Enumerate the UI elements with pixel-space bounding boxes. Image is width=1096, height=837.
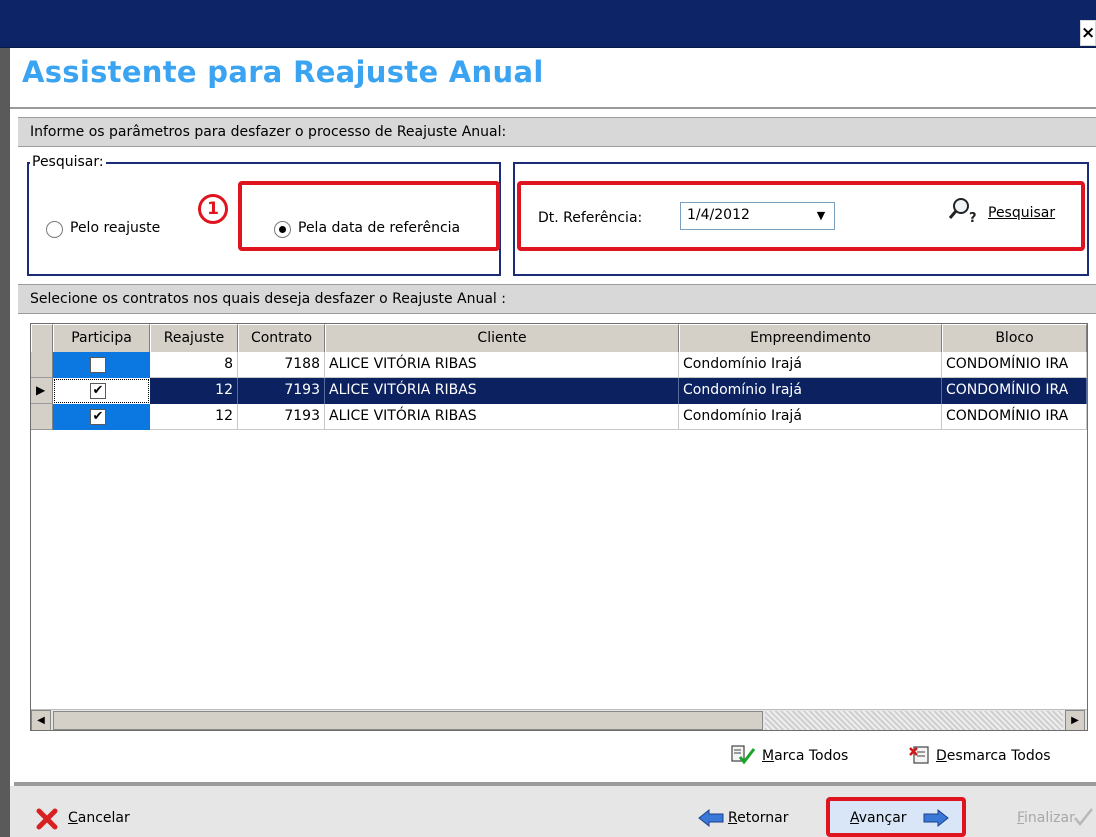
row-indicator[interactable]: [31, 352, 53, 378]
mark-all-rest: arca Todos: [774, 748, 849, 764]
grid-header: Participa Reajuste Contrato Cliente Empr…: [31, 324, 1087, 352]
chevron-down-icon[interactable]: ▼: [809, 204, 833, 228]
date-label: Dt. Referência:: [538, 210, 643, 226]
cell-bloco: CONDOMÍNIO IRA: [942, 404, 1087, 430]
cell-contrato: 7193: [238, 404, 325, 430]
next-rest: vançar: [858, 810, 907, 826]
mark-all-icon[interactable]: [730, 744, 756, 766]
wizard-title: Assistente para Reajuste Anual: [22, 55, 544, 89]
params-section-header: Informe os parâmetros para desfazer o pr…: [18, 117, 1096, 147]
arrow-right-icon[interactable]: [922, 808, 950, 828]
magnifier-icon[interactable]: ?: [948, 196, 982, 226]
contracts-grid[interactable]: Participa Reajuste Contrato Cliente Empr…: [30, 323, 1088, 731]
cell-cliente: ALICE VITÓRIA RIBAS: [325, 404, 679, 430]
mark-all-button[interactable]: Marca Todos: [762, 748, 848, 764]
cell-empreendimento: Condomínio Irajá: [679, 404, 942, 430]
finish-button[interactable]: Finalizar: [1017, 810, 1075, 826]
column-header-reajuste[interactable]: Reajuste: [150, 324, 238, 352]
window-left-frame: [0, 48, 10, 837]
cell-empreendimento: Condomínio Irajá: [679, 378, 942, 404]
row-indicator[interactable]: [31, 404, 53, 430]
search-button[interactable]: Pesquisar: [988, 205, 1055, 221]
unmark-all-button[interactable]: Desmarca Todos: [936, 748, 1051, 764]
column-header-cliente[interactable]: Cliente: [325, 324, 679, 352]
cell-bloco: CONDOMÍNIO IRA: [942, 378, 1087, 404]
table-row[interactable]: ▶ ✔ 12 7193 ALICE VITÓRIA RIBAS Condomínio Ir…: [31, 378, 1087, 404]
horizontal-scrollbar[interactable]: ◀ ▶: [31, 709, 1087, 730]
back-rest: etornar: [737, 810, 789, 826]
window-title-bar: [0, 0, 1096, 48]
cell-reajuste: 12: [150, 378, 238, 404]
column-header-contrato[interactable]: Contrato: [238, 324, 325, 352]
row-pointer-icon: ▶: [36, 383, 46, 397]
back-button[interactable]: Retornar: [728, 810, 789, 826]
highlight-box-option: [238, 181, 500, 251]
row-indicator[interactable]: ▶: [31, 378, 53, 404]
radio-pelo-reajuste[interactable]: [46, 221, 63, 238]
scroll-right-icon[interactable]: ▶: [1065, 710, 1085, 730]
cell-reajuste: 8: [150, 352, 238, 378]
cancel-rest: ancelar: [77, 810, 130, 826]
cell-participa[interactable]: [53, 352, 150, 378]
unmark-all-icon[interactable]: [908, 744, 932, 766]
cancel-button[interactable]: Cancelar: [68, 810, 130, 826]
checkmark-icon: [1072, 806, 1094, 828]
cell-empreendimento: Condomínio Irajá: [679, 352, 942, 378]
cell-participa[interactable]: ✔: [53, 378, 150, 404]
reference-date-dropdown[interactable]: 1/4/2012 ▼: [680, 202, 835, 230]
table-row[interactable]: 8 7188 ALICE VITÓRIA RIBAS Condomínio Irajá…: [31, 352, 1087, 378]
participa-checkbox[interactable]: ✔: [90, 409, 106, 425]
arrow-left-icon[interactable]: [697, 808, 725, 828]
table-row[interactable]: ✔ 12 7193 ALICE VITÓRIA RIBAS Condomínio Ira…: [31, 404, 1087, 430]
svg-text:?: ?: [969, 211, 977, 224]
contracts-section-header: Selecione os contratos nos quais deseja …: [18, 284, 1096, 314]
cell-contrato: 7193: [238, 378, 325, 404]
unmark-all-rest: esmarca Todos: [946, 748, 1051, 764]
cell-reajuste: 12: [150, 404, 238, 430]
column-header-empreendimento[interactable]: Empreendimento: [679, 324, 942, 352]
radio-pelo-reajuste-label[interactable]: Pelo reajuste: [70, 220, 160, 236]
cell-bloco: CONDOMÍNIO IRA: [942, 352, 1087, 378]
cell-contrato: 7188: [238, 352, 325, 378]
cell-participa[interactable]: ✔: [53, 404, 150, 430]
scrollbar-thumb[interactable]: [53, 711, 763, 730]
cell-cliente: ALICE VITÓRIA RIBAS: [325, 378, 679, 404]
search-group-label: Pesquisar:: [30, 154, 106, 170]
reference-date-value: 1/4/2012: [687, 207, 750, 223]
scroll-left-icon[interactable]: ◀: [31, 710, 51, 730]
finish-rest: inalizar: [1024, 810, 1075, 826]
annotation-marker: 1: [198, 194, 228, 224]
divider: [10, 107, 1096, 109]
column-header-bloco[interactable]: Bloco: [942, 324, 1087, 352]
close-window-button[interactable]: ×: [1080, 20, 1096, 46]
cell-cliente: ALICE VITÓRIA RIBAS: [325, 352, 679, 378]
participa-checkbox[interactable]: ✔: [90, 383, 106, 399]
participa-checkbox[interactable]: [90, 357, 106, 373]
next-button[interactable]: Avançar: [850, 810, 907, 826]
grid-header-indicator: [31, 324, 53, 352]
column-header-participa[interactable]: Participa: [53, 324, 150, 352]
cancel-icon[interactable]: [36, 808, 58, 830]
scrollbar-track[interactable]: [765, 711, 1063, 730]
